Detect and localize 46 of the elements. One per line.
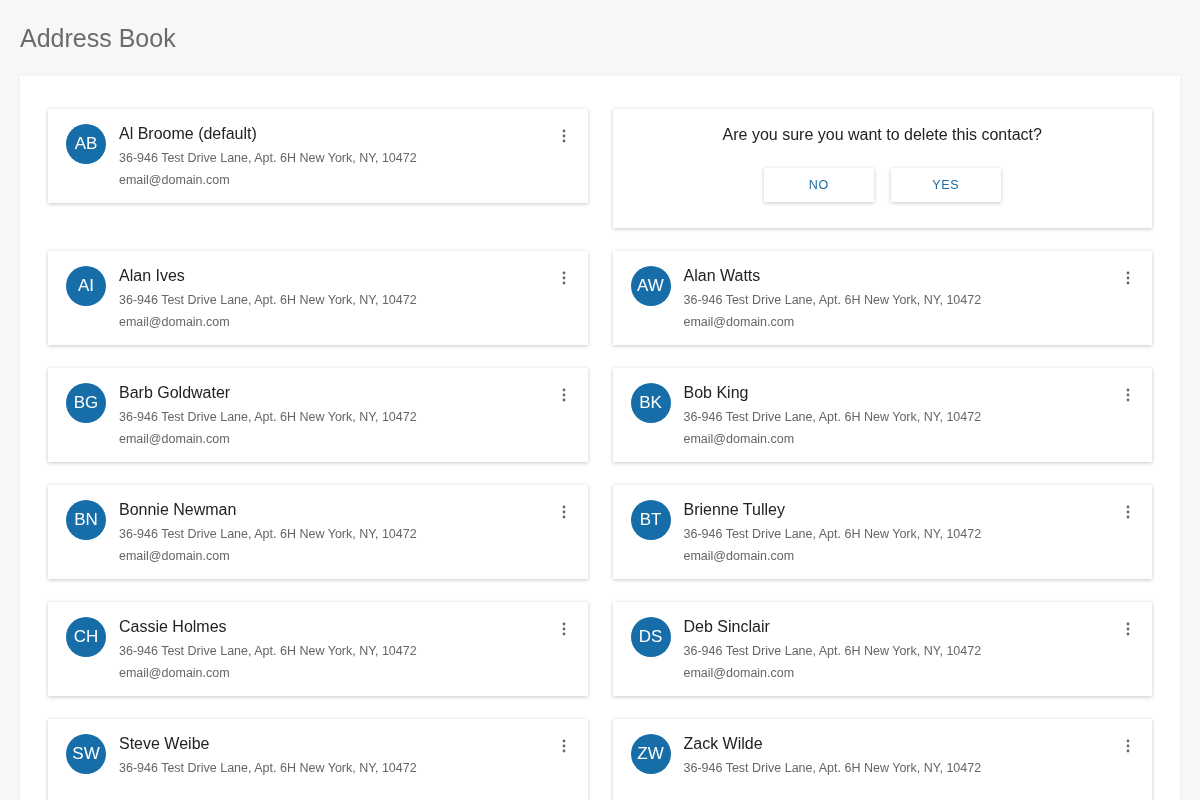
contact-email: email@domain.com <box>119 172 230 189</box>
contact-address: 36-946 Test Drive Lane, Apt. 6H New York, NY, 10472 <box>119 643 417 660</box>
contact-name: Bonnie Newman <box>119 500 237 520</box>
contact-email: email@domain.com <box>119 665 230 682</box>
avatar: ZW <box>630 734 671 774</box>
contact-email: email@domain.com <box>119 548 230 565</box>
dialog-button[interactable]: NO <box>763 168 874 202</box>
avatar: BK <box>630 383 671 423</box>
contact-name: Alan Ives <box>119 266 185 286</box>
contact-name: Bob King <box>683 383 749 403</box>
avatar: SW <box>66 734 106 774</box>
contact-name: Al Broome (default) <box>119 124 257 144</box>
contact-name: Zack Wilde <box>683 734 763 754</box>
avatar: BN <box>66 500 106 540</box>
confirmation-message: Are you sure you want to delete this contact? <box>722 125 1042 145</box>
contact-email: email@domain.com <box>119 314 230 331</box>
contact-name: Steve Weibe <box>119 734 210 754</box>
dialog-button[interactable]: YES <box>890 168 1001 202</box>
contact-email: email@domain.com <box>683 431 795 448</box>
contact-address: 36-946 Test Drive Lane, Apt. 6H New York, NY, 10472 <box>119 292 417 309</box>
avatar: AW <box>630 266 671 306</box>
contact-address: 36-946 Test Drive Lane, Apt. 6H New York, NY, 10472 <box>683 409 982 426</box>
avatar: AB <box>66 124 106 164</box>
contact-address: 36-946 Test Drive Lane, Apt. 6H New York, NY, 10472 <box>119 409 417 426</box>
contact-name: Brienne Tulley <box>683 500 785 520</box>
avatar: CH <box>66 617 106 657</box>
contact-name: Alan Watts <box>683 266 761 286</box>
contact-name: Barb Goldwater <box>119 383 231 403</box>
contact-email: email@domain.com <box>119 431 230 448</box>
contact-email: email@domain.com <box>683 665 795 682</box>
contact-address: 36-946 Test Drive Lane, Apt. 6H New York, NY, 10472 <box>683 760 982 777</box>
contact-name: Deb Sinclair <box>683 617 770 637</box>
contact-address: 36-946 Test Drive Lane, Apt. 6H New York, NY, 10472 <box>683 526 982 543</box>
contact-address: 36-946 Test Drive Lane, Apt. 6H New York, NY, 10472 <box>119 526 417 543</box>
contact-email: email@domain.com <box>683 548 795 565</box>
contact-address: 36-946 Test Drive Lane, Apt. 6H New York, NY, 10472 <box>119 150 417 167</box>
avatar: DS <box>630 617 671 657</box>
contact-name: Cassie Holmes <box>119 617 227 637</box>
contact-address: 36-946 Test Drive Lane, Apt. 6H New York, NY, 10472 <box>683 292 982 309</box>
avatar: BG <box>66 383 106 423</box>
contact-email: email@domain.com <box>683 314 795 331</box>
contact-address: 36-946 Test Drive Lane, Apt. 6H New York, NY, 10472 <box>683 643 982 660</box>
avatar: AI <box>66 266 106 306</box>
contact-address: 36-946 Test Drive Lane, Apt. 6H New York, NY, 10472 <box>119 760 417 777</box>
avatar: BT <box>630 500 671 540</box>
page-title: Address Book <box>20 23 176 54</box>
